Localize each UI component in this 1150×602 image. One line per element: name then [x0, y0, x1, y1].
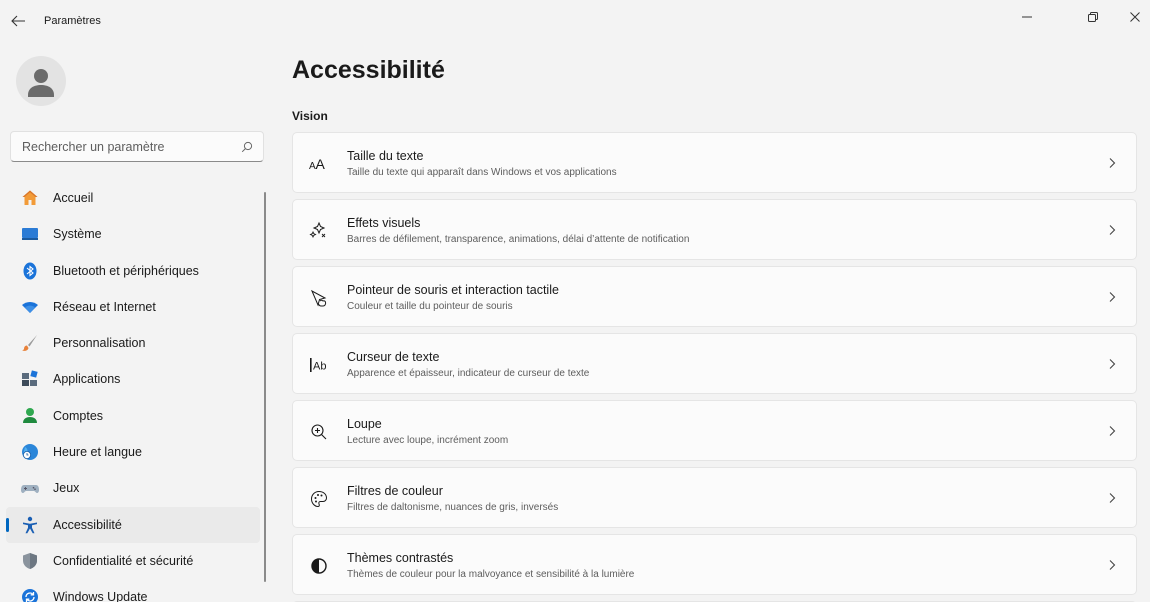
sidebar-item-label: Confidentialité et sécurité	[53, 553, 194, 568]
card-taille-texte[interactable]: AA Taille du texte Taille du texte qui a…	[292, 132, 1137, 193]
minimize-button[interactable]	[1012, 6, 1042, 28]
card-filtres-couleur[interactable]: Filtres de couleur Filtres de daltonisme…	[292, 467, 1137, 528]
back-arrow-icon[interactable]	[10, 14, 26, 28]
card-themes-contrastes[interactable]: Thèmes contrastés Thèmes de couleur pour…	[292, 534, 1137, 595]
card-description: Taille du texte qui apparaît dans Window…	[347, 167, 617, 178]
sidebar-item-reseau[interactable]: Réseau et Internet	[6, 289, 260, 325]
home-icon	[22, 190, 38, 205]
card-title: Effets visuels	[347, 216, 421, 230]
sidebar-item-personnalisation[interactable]: Personnalisation	[6, 325, 260, 361]
pointer-touch-icon	[309, 288, 329, 308]
apps-icon	[22, 370, 38, 387]
card-description: Barres de défilement, transparence, anim…	[347, 234, 690, 245]
minimize-icon	[1022, 16, 1032, 18]
wifi-icon	[22, 301, 38, 313]
search-box[interactable]: Rechercher un paramètre	[10, 131, 264, 162]
restore-icon	[1088, 12, 1098, 22]
restore-button[interactable]	[1078, 6, 1108, 28]
card-title: Filtres de couleur	[347, 484, 443, 498]
card-description: Couleur et taille du pointeur de souris	[347, 301, 513, 312]
chevron-right-icon	[1109, 158, 1116, 168]
chevron-right-icon	[1109, 359, 1116, 369]
card-loupe[interactable]: Loupe Lecture avec loupe, incrément zoom	[292, 400, 1137, 461]
sidebar-item-windows-update[interactable]: Windows Update	[6, 579, 260, 602]
sidebar-item-label: Applications	[53, 372, 121, 387]
shield-icon	[23, 552, 37, 569]
avatar[interactable]	[16, 56, 66, 106]
sidebar-item-label: Jeux	[53, 481, 80, 496]
chevron-right-icon	[1109, 426, 1116, 436]
sidebar-item-label: Heure et langue	[53, 445, 142, 460]
chevron-right-icon	[1109, 560, 1116, 570]
sidebar-item-label: Windows Update	[53, 590, 148, 602]
globe-clock-icon	[22, 444, 38, 461]
sidebar-item-applications[interactable]: Applications	[6, 361, 260, 397]
sidebar-item-label: Bluetooth et périphériques	[53, 263, 199, 278]
card-pointeur-souris[interactable]: Pointeur de souris et interaction tactil…	[292, 266, 1137, 327]
sidebar-item-comptes[interactable]: Comptes	[6, 398, 260, 434]
chevron-right-icon	[1109, 292, 1116, 302]
sidebar-item-label: Accueil	[53, 191, 94, 205]
chevron-right-icon	[1109, 225, 1116, 235]
text-cursor-icon: Ab	[309, 355, 329, 375]
card-title: Taille du texte	[347, 149, 424, 163]
update-icon	[22, 589, 38, 602]
sidebar-item-label: Système	[53, 227, 102, 242]
search-input[interactable]: Rechercher un paramètre	[22, 140, 164, 154]
bluetooth-icon	[23, 262, 37, 280]
sidebar-item-label: Accessibilité	[53, 517, 122, 532]
gamepad-icon	[21, 485, 39, 494]
card-description: Thèmes de couleur pour la malvoyance et …	[347, 569, 635, 580]
user-icon	[28, 69, 54, 97]
card-effets-visuels[interactable]: Effets visuels Barres de défilement, tra…	[292, 199, 1137, 260]
sidebar-item-confidentialite[interactable]: Confidentialité et sécurité	[6, 543, 260, 579]
sparkle-icon	[309, 221, 329, 241]
accessibility-icon	[23, 516, 37, 533]
page-title: Accessibilité	[292, 56, 445, 84]
sidebar-scrollbar[interactable]	[264, 192, 266, 582]
chevron-right-icon	[1109, 493, 1116, 503]
svg-text:Ab: Ab	[313, 361, 326, 373]
window-title: Paramètres	[44, 15, 101, 27]
card-description: Filtres de daltonisme, nuances de gris, …	[347, 502, 559, 513]
sidebar-nav: Accueil Système Bluetooth et périphériqu…	[6, 180, 260, 602]
settings-list: AA Taille du texte Taille du texte qui a…	[292, 132, 1137, 602]
title-bar: Paramètres	[0, 0, 1150, 40]
card-title: Loupe	[347, 417, 382, 431]
sidebar-item-jeux[interactable]: Jeux	[6, 470, 260, 506]
active-indicator	[6, 517, 9, 532]
section-title: Vision	[292, 109, 328, 123]
card-description: Apparence et épaisseur, indicateur de cu…	[347, 368, 590, 379]
sidebar-item-accueil[interactable]: Accueil	[6, 180, 260, 216]
sidebar-item-heure[interactable]: Heure et langue	[6, 434, 260, 470]
card-title: Curseur de texte	[347, 350, 440, 364]
card-title: Pointeur de souris et interaction tactil…	[347, 283, 559, 297]
card-description: Lecture avec loupe, incrément zoom	[347, 435, 509, 446]
sidebar-item-label: Personnalisation	[53, 336, 146, 351]
card-title: Thèmes contrastés	[347, 551, 454, 565]
sidebar-item-label: Réseau et Internet	[53, 299, 156, 314]
sidebar-item-label: Comptes	[53, 408, 104, 423]
text-size-icon: AA	[309, 154, 329, 174]
sidebar-item-systeme[interactable]: Système	[6, 216, 260, 252]
magnifier-icon	[309, 422, 329, 442]
system-icon	[22, 228, 38, 241]
card-curseur-texte[interactable]: Ab Curseur de texte Apparence et épaisse…	[292, 333, 1137, 394]
palette-icon	[309, 489, 329, 509]
sidebar-item-bluetooth[interactable]: Bluetooth et périphériques	[6, 253, 260, 289]
close-icon	[1130, 12, 1140, 22]
account-icon	[23, 407, 37, 423]
close-button[interactable]	[1120, 6, 1150, 28]
search-icon	[241, 141, 253, 153]
contrast-icon	[309, 556, 329, 576]
sidebar-item-accessibilite[interactable]: Accessibilité	[6, 506, 260, 543]
brush-icon	[22, 335, 37, 352]
svg-text:A: A	[316, 156, 326, 172]
